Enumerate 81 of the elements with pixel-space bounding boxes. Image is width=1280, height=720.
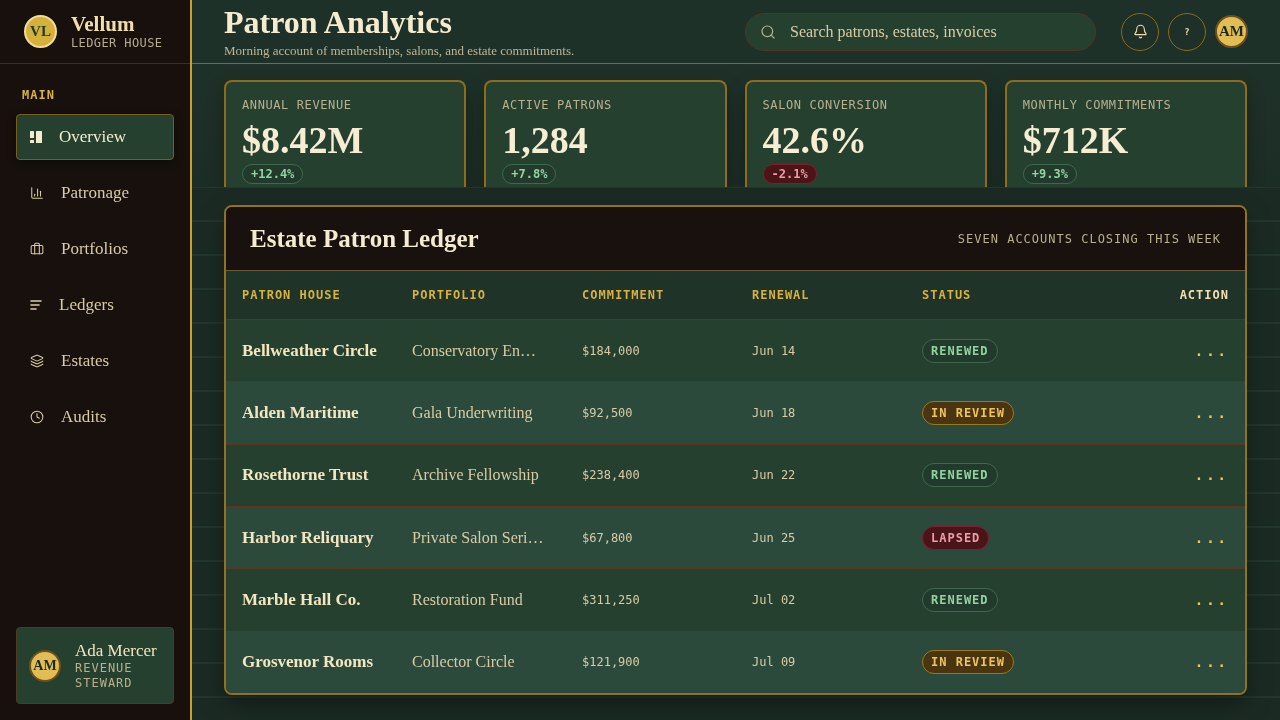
status-badge: RENEWED [922, 338, 998, 363]
column-header: PORTFOLIO [412, 288, 487, 302]
user-avatar: AM [29, 649, 61, 682]
column-header: PATRON HOUSE [242, 288, 341, 302]
metric-value: 1,284 [502, 118, 588, 162]
row-actions-button[interactable]: ... [1194, 529, 1229, 546]
patron-name: Bellweather Circle [242, 340, 377, 361]
status-badge: IN REVIEW [922, 401, 1015, 425]
metric-label: ACTIVE PATRONS [502, 98, 612, 112]
patron-name: Grosvenor Rooms [242, 652, 374, 673]
row-actions-button[interactable]: ... [1194, 591, 1229, 608]
metric-value: 42.6% [762, 118, 867, 162]
patron-name: Alden Maritime [242, 403, 359, 423]
page-subtitle: Morning account of memberships, salons, and estate commitments. [224, 42, 575, 59]
user-role: REVENUE STEWARD [75, 660, 134, 691]
status-badge: LAPSED [922, 525, 990, 550]
profile-avatar[interactable]: AM [1215, 15, 1248, 48]
portfolio-name: Gala Underwriting [412, 404, 533, 422]
renewal-date: Jul 09 [752, 655, 796, 670]
clock-icon [30, 410, 44, 424]
column-header: ACTION [1179, 288, 1229, 302]
search-icon [760, 23, 776, 40]
sidebar-item[interactable]: Patronage [16, 170, 174, 216]
commitment-amount: $121,900 [582, 655, 640, 670]
portfolio-name: Private Salon Seri… [412, 528, 544, 547]
renewal-date: Jun 22 [752, 468, 796, 483]
section-label: MAIN [22, 88, 55, 102]
trend-badge: +9.3% [1022, 164, 1077, 184]
portfolio-name: Archive Fellowship [412, 466, 539, 485]
column-header: RENEWAL [752, 288, 810, 302]
logo-mark: VL [24, 15, 57, 48]
trend-badge: +7.8% [502, 164, 557, 184]
layout-icon [30, 131, 42, 143]
column-header: COMMITMENT [582, 288, 665, 302]
brand-name: Vellum [71, 12, 135, 35]
patron-name: Marble Hall Co. [242, 589, 361, 610]
brand-tagline: LEDGER HOUSE [71, 34, 163, 51]
trend-badge: -2.1% [762, 164, 817, 184]
sidebar-item[interactable]: Ledgers [16, 282, 174, 328]
row-actions-button[interactable]: ... [1194, 342, 1229, 359]
renewal-date: Jun 14 [752, 343, 796, 358]
patron-name: Harbor Reliquary [242, 527, 374, 548]
portfolio-name: Collector Circle [412, 653, 515, 672]
trend-badge: +12.4% [242, 164, 304, 184]
row-actions-button[interactable]: ... [1194, 405, 1229, 421]
commitment-amount: $92,500 [582, 406, 633, 420]
column-header: STATUS [922, 288, 972, 302]
briefcase-icon [30, 242, 44, 256]
patron-name: Rosethorne Trust [242, 465, 369, 486]
renewal-date: Jul 02 [752, 592, 796, 607]
status-badge: RENEWED [922, 463, 998, 488]
row-actions-button[interactable]: ... [1194, 467, 1229, 484]
search-field[interactable]: Search patrons, estates, invoices [745, 12, 1096, 51]
commitment-amount: $67,800 [582, 530, 633, 545]
panel-title: Estate Patron Ledger [250, 224, 479, 253]
lines-icon [30, 300, 42, 310]
renewal-date: Jun 18 [752, 406, 796, 420]
metric-label: SALON CONVERSION [762, 98, 888, 112]
sidebar-item[interactable]: Audits [16, 394, 174, 440]
commitment-amount: $238,400 [582, 468, 640, 483]
metric-label: ANNUAL REVENUE [242, 98, 352, 112]
renewal-date: Jun 25 [752, 530, 796, 545]
commitment-amount: $311,250 [582, 592, 640, 607]
status-badge: IN REVIEW [922, 650, 1015, 675]
panel-note: SEVEN ACCOUNTS CLOSING THIS WEEK [957, 231, 1221, 246]
commitment-amount: $184,000 [582, 343, 640, 358]
portfolio-name: Restoration Fund [412, 590, 523, 609]
bell-icon [1132, 24, 1148, 39]
bar-chart-icon [30, 186, 44, 200]
page-title: Patron Analytics [224, 4, 452, 39]
sidebar-item[interactable]: Overview [16, 114, 174, 160]
sidebar-item[interactable]: Estates [16, 338, 174, 384]
status-badge: RENEWED [922, 587, 998, 612]
user-name: Ada Mercer [75, 640, 157, 661]
metric-label: MONTHLY COMMITMENTS [1022, 98, 1172, 112]
metric-value: $8.42M [242, 118, 364, 162]
layers-icon [30, 354, 44, 368]
portfolio-name: Conservatory En… [412, 341, 536, 360]
metric-value: $712K [1022, 118, 1129, 162]
sidebar-item[interactable]: Portfolios [16, 226, 174, 272]
row-actions-button[interactable]: ... [1194, 654, 1229, 671]
